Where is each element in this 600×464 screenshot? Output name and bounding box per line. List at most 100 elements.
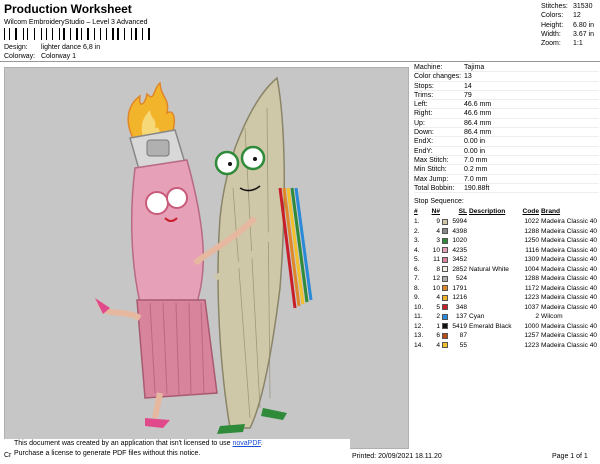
machine-row: Total Bobbin: 190.88ft [414, 184, 599, 194]
barcode-bar [4, 28, 6, 40]
barcode-bar [87, 28, 89, 40]
machine-label: EndY: [414, 147, 433, 155]
barcode-bar [115, 28, 116, 40]
machine-row: Down: 86.4 mm [414, 128, 599, 138]
stitch-count: 137 [455, 313, 467, 320]
notice-punct: . [260, 440, 263, 447]
thread-code: 1288 [524, 227, 539, 235]
barcode-bar [62, 28, 65, 40]
needle-number: 3 [436, 237, 440, 244]
color-swatch [442, 218, 448, 225]
stitch-count: 55 [459, 341, 467, 349]
barcode-bar [117, 28, 120, 40]
stop-index: 5. [414, 256, 420, 263]
novapdf-link[interactable]: novaPDF [232, 440, 260, 447]
thread-brand: Madeira Classic 40 [541, 284, 598, 292]
stat-label: Zoom: [541, 40, 561, 48]
thread-brand: Madeira Classic 40 [541, 227, 598, 235]
thread-brand: Madeira Classic 40 [541, 294, 598, 301]
machine-value: 13 [464, 73, 472, 81]
table-row: 9. 4 1216 1223 Madeira Classic 40 [414, 293, 599, 303]
stop-index: 1. [414, 218, 420, 225]
stat-label: Height: [541, 21, 564, 29]
stop-index: 6. [414, 265, 420, 273]
needle-number: 5 [436, 303, 440, 311]
color-swatch [442, 228, 448, 235]
table-row: 4. 10 4235 1116 Madeira Classic 40 [414, 246, 599, 256]
stop-index: 3. [414, 237, 420, 244]
machine-label: Max Jump: [414, 175, 449, 183]
needle-number: 4 [436, 227, 440, 235]
barcode-bar [100, 28, 101, 40]
barcode-bar [106, 28, 107, 40]
thread-description: Natural White [469, 265, 509, 273]
barcode-bar [26, 28, 29, 40]
stop-index: 14. [414, 341, 424, 349]
stop-index: 7. [414, 275, 420, 282]
stop-index: 13. [414, 332, 424, 339]
machine-label: Left: [414, 101, 428, 109]
barcode-bar [91, 28, 92, 40]
table-row: 2. 4 4398 1288 Madeira Classic 40 [414, 227, 599, 237]
thread-brand: Madeira Classic 40 [541, 303, 598, 311]
barcode-bar [6, 28, 7, 40]
barcode-bar [19, 28, 20, 40]
thread-description: Emerald Black [469, 322, 512, 330]
barcode-bar [85, 28, 86, 40]
machine-value: 14 [464, 82, 472, 90]
machine-row: Up: 86.4 mm [414, 119, 599, 129]
thread-brand: Madeira Classic 40 [541, 256, 598, 263]
stop-sequence-table: # N# SL Description Code Brand 1. 9 5994 1022 Made… [414, 208, 599, 350]
machine-label: Stops: [414, 82, 434, 90]
barcode-bar [33, 28, 35, 40]
stitch-count: 4398 [452, 227, 467, 235]
machine-value: 0.00 in [464, 138, 486, 146]
barcode-bar [81, 28, 83, 40]
needle-number: 1 [436, 322, 440, 330]
barcode-bar [96, 28, 98, 40]
design-preview [4, 67, 409, 449]
table-row: 6. 8 2852 Natural White 1004 Madeira Classic … [414, 265, 599, 275]
barcode-bar [58, 28, 60, 40]
machine-label: Max Stitch: [414, 156, 449, 164]
barcode-bar [151, 28, 152, 40]
table-header: # N# SL Description Code Brand [414, 208, 599, 217]
stat-value: 1:1 [573, 40, 583, 48]
machine-row: EndX: 0.00 in [414, 137, 599, 147]
thread-code: 2 [535, 313, 539, 320]
machine-label: EndX: [414, 138, 434, 146]
machine-value: 190.88ft [464, 184, 490, 192]
barcode-bar [8, 28, 10, 40]
barcode [4, 28, 154, 40]
stat-row: Zoom: 1:1 [541, 39, 594, 48]
stitch-count: 1020 [452, 237, 467, 244]
machine-label: Trims: [414, 91, 434, 99]
machine-info: Machine: Tajima Color changes: 13 Stops: 14 Tr… [414, 63, 599, 194]
stat-row: Height: 6.80 in [541, 21, 594, 30]
thread-code: 1004 [524, 265, 539, 273]
stop-index: 12. [414, 322, 424, 330]
needle-number: 9 [436, 218, 440, 225]
color-swatch [442, 332, 448, 339]
design-value: lighter dance 6,8 in [40, 44, 101, 51]
machine-row: Left: 46.6 mm [414, 100, 599, 110]
barcode-bar [94, 28, 96, 40]
printed-timestamp: Printed: 20/09/2021 18.11.20 [352, 453, 442, 460]
barcode-bar [51, 28, 53, 40]
thread-brand: Madeira Classic 40 [541, 332, 598, 339]
thread-code: 1172 [524, 284, 539, 292]
table-row: 5. 11 3452 1309 Madeira Classic 40 [414, 255, 599, 265]
machine-row: Machine: Tajima [414, 63, 599, 73]
stop-index: 11. [414, 313, 423, 320]
machine-row: Min Stitch: 0.2 mm [414, 165, 599, 175]
table-row: 1. 9 5994 1022 Madeira Classic 40 [414, 217, 599, 227]
col-header: Description [469, 208, 506, 215]
thread-brand: Madeira Classic 40 [541, 265, 598, 273]
table-row: 11. 2 137 Cyan 2 Wilcom [414, 312, 599, 322]
machine-value: Tajima [464, 64, 485, 71]
barcode-bar [145, 28, 146, 40]
barcode-bar [130, 28, 132, 40]
machine-value: 7.0 mm [464, 175, 488, 183]
barcode-bar [133, 28, 134, 40]
stitch-count: 1791 [452, 284, 467, 292]
